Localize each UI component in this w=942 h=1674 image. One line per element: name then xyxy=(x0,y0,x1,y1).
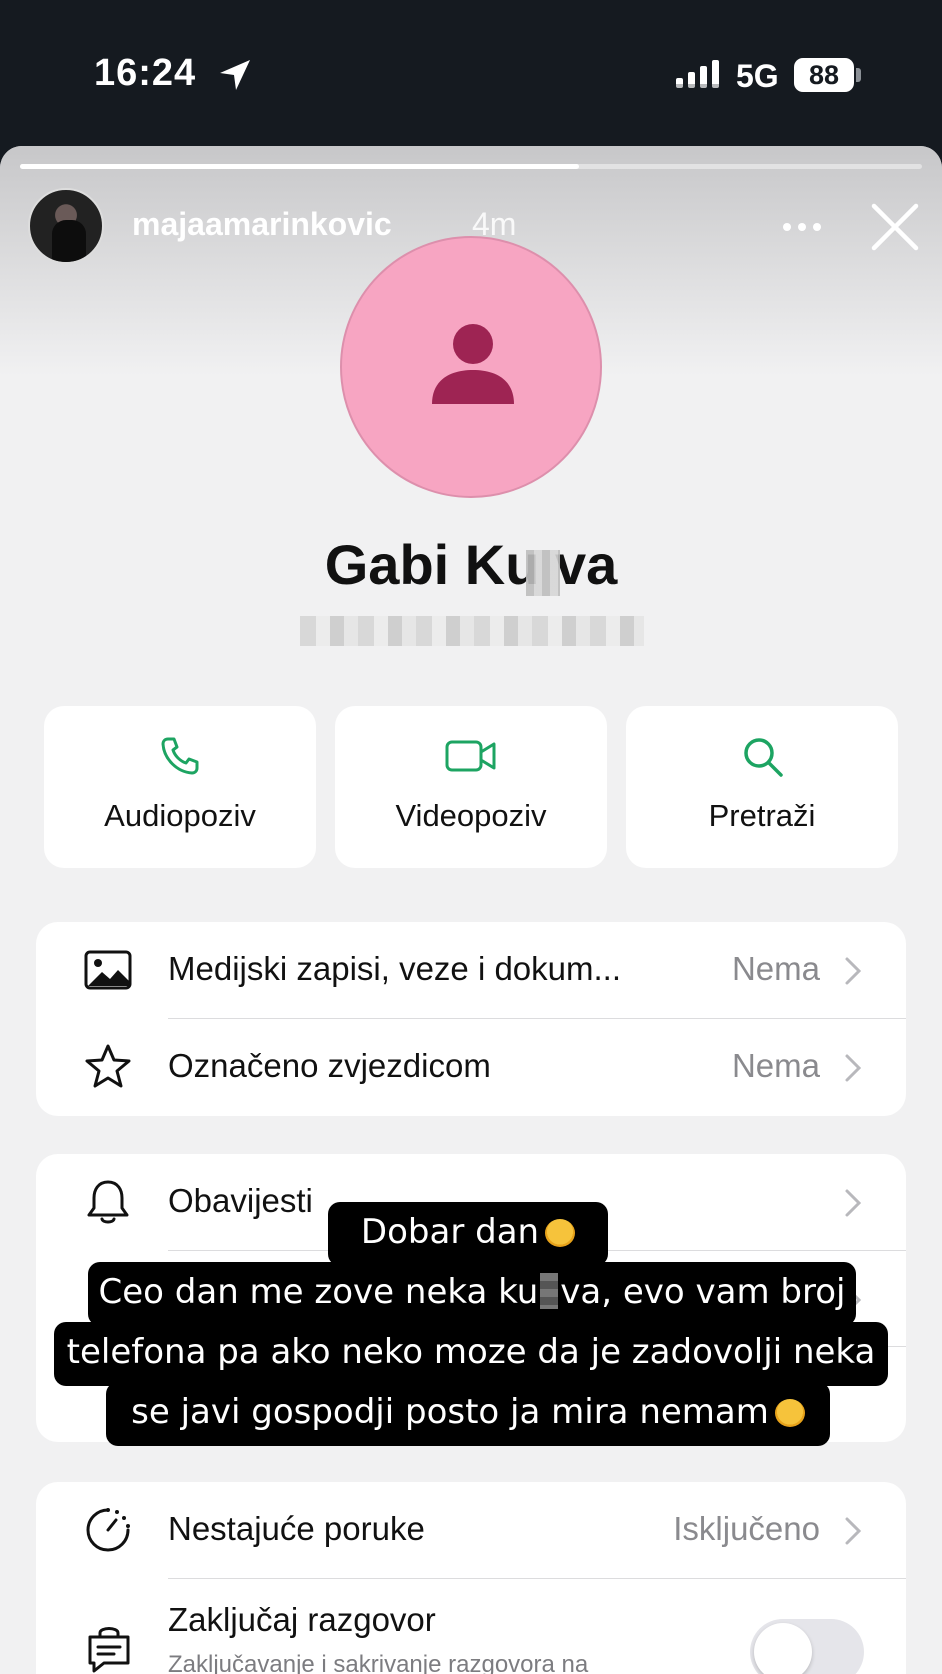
status-time: 16:24 xyxy=(94,52,197,94)
story-sheet: majaamarinkovic 4m Gabi Ku va Audiopoziv… xyxy=(0,146,942,1674)
media-label: Medijski zapisi, veze i dokum... xyxy=(168,950,621,987)
name-censor-blur xyxy=(526,550,560,596)
chevron-right-icon xyxy=(845,1189,862,1217)
media-links-docs-row[interactable]: Medijski zapisi, veze i dokum... Nema xyxy=(36,922,906,1018)
location-arrow-icon xyxy=(220,60,250,90)
search-button[interactable]: Pretraži xyxy=(626,706,898,868)
starred-label: Označeno zvjezdicom xyxy=(168,1047,491,1084)
battery-tip xyxy=(856,68,861,82)
video-call-label: Videopoziv xyxy=(395,798,547,833)
caption-line-4: se javi gospodji posto ja mira nemam xyxy=(106,1382,830,1446)
more-options-icon[interactable] xyxy=(782,222,822,232)
media-card: Medijski zapisi, veze i dokum... Nema Oz… xyxy=(36,922,906,1116)
status-bar: 16:24 5G 88 xyxy=(0,0,942,146)
chevron-right-icon xyxy=(845,957,862,985)
story-username[interactable]: majaamarinkovic xyxy=(132,206,392,243)
network-label: 5G xyxy=(736,58,779,94)
media-value: Nema xyxy=(731,950,820,987)
story-progress-bar xyxy=(20,164,922,169)
laughing-emoji-icon xyxy=(774,1399,805,1427)
bell-icon xyxy=(87,1180,129,1224)
caption-text-3: telefona pa ako neko moze da je zadovolj… xyxy=(66,1332,876,1372)
phone-icon xyxy=(161,737,199,775)
timer-icon xyxy=(86,1508,130,1552)
search-label: Pretraži xyxy=(708,798,816,833)
caption-line-2: Ceo dan me zove neka ku va, evo vam broj xyxy=(88,1262,856,1326)
person-icon xyxy=(432,324,514,404)
starred-value: Nema xyxy=(731,1047,820,1084)
caption-line-3: telefona pa ako neko moze da je zadovolj… xyxy=(54,1322,888,1386)
star-icon xyxy=(85,1044,131,1088)
chat-lock-icon xyxy=(88,1627,130,1673)
caption-censor-blur xyxy=(540,1273,559,1309)
notifications-label: Obavijesti xyxy=(168,1182,313,1219)
lock-chat-sublabel: Zaključavanje i sakrivanje razgovora na xyxy=(168,1651,589,1674)
search-icon xyxy=(744,738,783,777)
video-call-button[interactable]: Videopoziv xyxy=(335,706,607,868)
battery-level: 88 xyxy=(808,60,840,90)
audio-call-button[interactable]: Audiopoziv xyxy=(44,706,316,868)
story-progress-fill xyxy=(20,164,580,169)
chevron-right-icon xyxy=(845,1517,862,1545)
lock-chat-toggle[interactable] xyxy=(750,1619,864,1674)
chevron-right-icon xyxy=(845,1054,862,1082)
story-user-avatar[interactable] xyxy=(28,188,104,264)
disappearing-messages-row[interactable]: Nestajuće poruke Isključeno xyxy=(36,1482,906,1578)
caption-text-4: se javi gospodji posto ja mira nemam xyxy=(131,1392,769,1432)
image-icon xyxy=(84,950,132,990)
caption-text-2b: va, evo vam broj xyxy=(560,1272,846,1312)
battery-icon: 88 xyxy=(794,58,854,92)
contact-name: Gabi Ku va xyxy=(324,533,618,596)
disappearing-label: Nestajuće poruke xyxy=(168,1510,425,1547)
contact-avatar xyxy=(340,236,602,498)
video-icon xyxy=(445,740,496,772)
privacy-card: Nestajuće poruke Isključeno Zaključaj ra… xyxy=(36,1482,906,1674)
caption-text-1: Dobar dan xyxy=(360,1212,540,1252)
caption-line-1: Dobar dan xyxy=(328,1202,608,1266)
phone-number-blurred xyxy=(300,616,644,646)
close-icon[interactable] xyxy=(870,202,920,252)
audio-call-label: Audiopoziv xyxy=(104,798,256,833)
caption-text-2a: Ceo dan me zove neka ku xyxy=(98,1272,539,1312)
signal-bars-icon xyxy=(676,60,719,89)
disappearing-value: Isključeno xyxy=(673,1510,820,1547)
starred-messages-row[interactable]: Označeno zvjezdicom Nema xyxy=(36,1019,906,1115)
lock-chat-row[interactable]: Zaključaj razgovor Zaključavanje i sakri… xyxy=(36,1579,906,1674)
lock-chat-label: Zaključaj razgovor xyxy=(168,1601,436,1638)
laughing-emoji-icon xyxy=(545,1219,576,1247)
